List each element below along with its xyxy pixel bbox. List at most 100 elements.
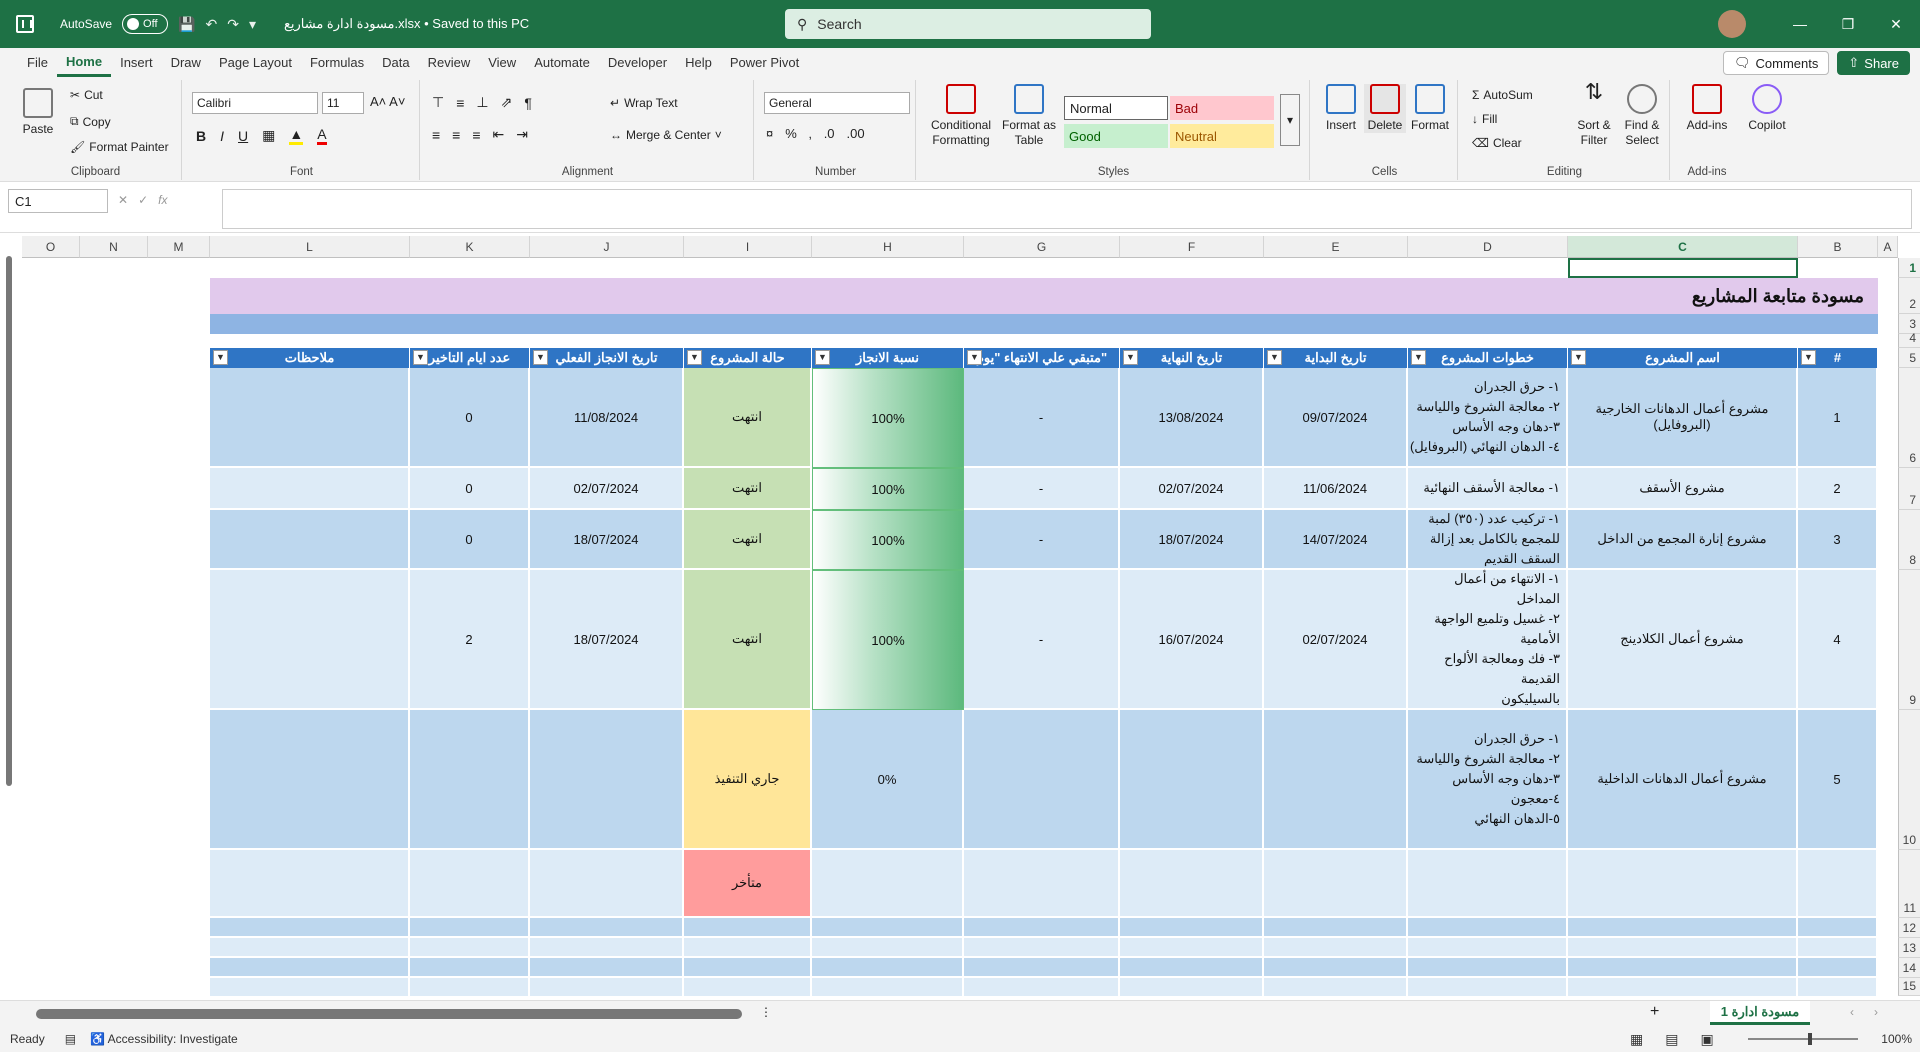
comments-button[interactable]: 🗨 Comments (1723, 51, 1830, 75)
column-header[interactable]: I (684, 236, 812, 258)
cell-status[interactable] (684, 938, 812, 958)
row-header[interactable]: 2 (1898, 278, 1920, 314)
cell-number[interactable]: 5 (1798, 710, 1878, 850)
save-icon[interactable]: 💾 (178, 16, 195, 33)
style-bad[interactable]: Bad (1170, 96, 1274, 120)
tab-developer[interactable]: Developer (599, 49, 676, 77)
cell-end-date[interactable] (1120, 938, 1264, 958)
formula-input[interactable] (222, 189, 1912, 229)
cell-number[interactable] (1798, 938, 1878, 958)
column-header[interactable]: K (410, 236, 530, 258)
cell-remaining[interactable]: - (964, 368, 1120, 468)
cell-delay[interactable]: 2 (410, 570, 530, 710)
column-header[interactable]: A (1878, 236, 1898, 258)
number-format-select[interactable]: General (764, 92, 910, 114)
vertical-align-icons[interactable]: ⊤ ≡ ⊥ ⇗ ¶ (432, 94, 532, 111)
cell-delay[interactable]: 0 (410, 468, 530, 510)
format-as-table-button[interactable]: Format as Table (998, 84, 1060, 148)
cell-project-name[interactable]: مشروع أعمال الكلادينج (1568, 570, 1798, 710)
cell-project-name[interactable]: مشروع إنارة المجمع من الداخل (1568, 510, 1798, 570)
cell-number[interactable] (1798, 978, 1878, 996)
tab-automate[interactable]: Automate (525, 49, 599, 77)
column-header[interactable]: F (1120, 236, 1264, 258)
tab-formulas[interactable]: Formulas (301, 49, 373, 77)
tab-view[interactable]: View (479, 49, 525, 77)
macro-icon[interactable]: ▤ (45, 1032, 76, 1046)
tab-data[interactable]: Data (373, 49, 418, 77)
cell-progress[interactable] (812, 850, 964, 918)
tab-review[interactable]: Review (419, 49, 480, 77)
cell-start-date[interactable] (1264, 958, 1408, 978)
cut-button[interactable]: ✂ Cut (70, 88, 103, 102)
tab-home[interactable]: Home (56, 50, 112, 77)
cell-status[interactable] (684, 978, 812, 996)
cell-project-name[interactable] (1568, 918, 1798, 938)
column-header[interactable]: H (812, 236, 964, 258)
cell-progress[interactable] (812, 958, 964, 978)
cell-remaining[interactable] (964, 850, 1120, 918)
format-painter-button[interactable]: 🖌 Format Painter (70, 140, 169, 154)
avatar[interactable] (1718, 10, 1746, 38)
cell-steps[interactable] (1408, 918, 1568, 938)
cell-steps[interactable]: ١- حرق الجدران ٢- معالجة الشروخ واللياسة… (1408, 368, 1568, 468)
column-header[interactable]: N (80, 236, 148, 258)
insert-cells-button[interactable]: Insert (1320, 84, 1362, 133)
row-header[interactable]: 10 (1898, 710, 1920, 850)
customize-quick-access-icon[interactable]: ▾ (249, 16, 256, 33)
header-status[interactable]: ▼ حالة المشروع (684, 348, 812, 368)
cell-progress[interactable] (812, 918, 964, 938)
header-steps[interactable]: ▼ خطوات المشروع (1408, 348, 1568, 368)
cell-notes[interactable] (210, 978, 410, 996)
cell-start-date[interactable]: 09/07/2024 (1264, 368, 1408, 468)
style-good[interactable]: Good (1064, 124, 1168, 148)
cell-number[interactable] (1798, 918, 1878, 938)
increase-font-icon[interactable]: A˄ A˅ (370, 94, 405, 109)
font-size-select[interactable]: 11 (322, 92, 364, 114)
copilot-button[interactable]: Copilot (1742, 84, 1792, 133)
view-buttons[interactable]: ▦▤▣ (1630, 1031, 1736, 1048)
cell-steps[interactable] (1408, 978, 1568, 996)
number-format-icons[interactable]: ¤% ‚ .0 .00 (766, 126, 865, 141)
row-header[interactable]: 11 (1898, 850, 1920, 918)
cell-progress[interactable]: 100% (812, 468, 964, 510)
cell-delay[interactable] (410, 938, 530, 958)
cell-remaining[interactable]: - (964, 570, 1120, 710)
cell-delay[interactable] (410, 850, 530, 918)
style-neutral[interactable]: Neutral (1170, 124, 1274, 148)
cell-end-date[interactable]: 13/08/2024 (1120, 368, 1264, 468)
minimize-button[interactable]: — (1776, 16, 1824, 32)
cell-project-name[interactable]: مشروع أعمال الدهانات الداخلية (1568, 710, 1798, 850)
cell-actual-date[interactable] (530, 978, 684, 996)
cell-progress[interactable]: 0% (812, 710, 964, 850)
zoom-slider[interactable] (1748, 1038, 1858, 1040)
share-button[interactable]: ⇧ Share (1837, 51, 1910, 75)
cell-status[interactable]: متأخر (684, 850, 812, 918)
cell-project-name[interactable] (1568, 958, 1798, 978)
header-actual-date[interactable]: ▼ تاريخ الانجاز الفعلي (530, 348, 684, 368)
column-header[interactable]: B (1798, 236, 1878, 258)
row-header[interactable]: 7 (1898, 468, 1920, 510)
cell-actual-date[interactable] (530, 850, 684, 918)
selected-cell[interactable] (1568, 258, 1798, 278)
paste-button[interactable]: Paste (18, 88, 58, 137)
vertical-scrollbar[interactable] (6, 256, 12, 786)
cell-delay[interactable] (410, 710, 530, 850)
tab-insert[interactable]: Insert (111, 49, 162, 77)
cell-end-date[interactable] (1120, 850, 1264, 918)
horizontal-scrollbar[interactable] (36, 1009, 742, 1019)
clear-button[interactable]: ⌫ Clear (1472, 136, 1522, 150)
autosave-toggle[interactable]: Off (122, 14, 169, 34)
name-box[interactable]: C1 (8, 189, 108, 213)
header-remaining[interactable]: ▼ متبقي علي الانتهاء "يوم" (964, 348, 1120, 368)
column-header[interactable]: M (148, 236, 210, 258)
header-start-date[interactable]: ▼ تاريخ البداية (1264, 348, 1408, 368)
cell-number[interactable]: 1 (1798, 368, 1878, 468)
cell-number[interactable]: 3 (1798, 510, 1878, 570)
cell-progress[interactable]: 100% (812, 510, 964, 570)
header-notes[interactable]: ▼ ملاحظات (210, 348, 410, 368)
restore-button[interactable]: ❐ (1824, 16, 1872, 33)
find-select-button[interactable]: Find & Select (1618, 84, 1666, 148)
sheet-title[interactable]: مسودة متابعة المشاريع (210, 278, 1878, 314)
cell-status[interactable]: انتهت (684, 468, 812, 510)
cell-number[interactable]: 4 (1798, 570, 1878, 710)
